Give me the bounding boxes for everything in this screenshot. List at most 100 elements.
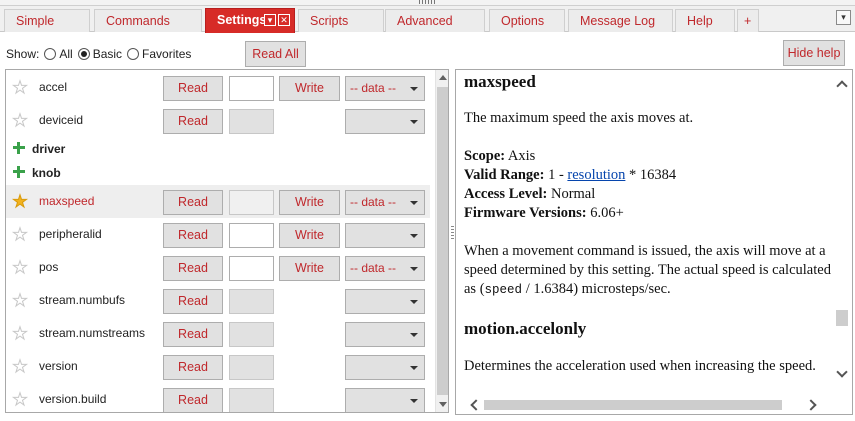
unit-select[interactable]: -- data -- <box>345 190 425 215</box>
setting-row-pos: ★ pos Read Write -- data -- <box>6 251 430 284</box>
setting-name: deviceid <box>39 113 84 127</box>
scroll-down-icon[interactable] <box>439 402 447 407</box>
resolution-link[interactable]: resolution <box>567 167 625 183</box>
scroll-right-icon[interactable] <box>805 399 817 411</box>
star-icon[interactable]: ★ <box>11 258 29 277</box>
tab-close-icon[interactable]: ✕ <box>278 14 290 26</box>
read-button[interactable]: Read <box>163 76 223 101</box>
group-knob[interactable]: knob <box>6 161 430 185</box>
tab-label: Settings <box>217 13 267 27</box>
help-vertical-scrollbar[interactable] <box>832 70 852 396</box>
star-icon[interactable]: ★ <box>11 111 29 130</box>
write-button[interactable]: Write <box>279 190 340 215</box>
grip-icon[interactable] <box>419 0 437 4</box>
value-readonly <box>229 322 274 347</box>
radio-all-label[interactable]: All <box>59 47 72 61</box>
value-input[interactable] <box>229 223 274 248</box>
star-icon[interactable]: ★ <box>11 192 29 211</box>
read-all-button[interactable]: Read All <box>245 41 306 67</box>
star-icon[interactable]: ★ <box>11 291 29 310</box>
star-icon[interactable]: ★ <box>11 324 29 343</box>
read-button[interactable]: Read <box>163 109 223 134</box>
tab-simple[interactable]: Simple <box>4 9 90 32</box>
tab-add[interactable]: + <box>737 9 759 32</box>
tab-options[interactable]: Options <box>489 9 565 32</box>
scroll-up-icon[interactable] <box>439 75 447 80</box>
expand-plus-icon[interactable] <box>12 165 26 179</box>
scroll-left-icon[interactable] <box>470 399 482 411</box>
read-button[interactable]: Read <box>163 355 223 380</box>
scrollbar-thumb[interactable] <box>836 310 848 326</box>
hide-help-button[interactable]: Hide help <box>783 40 845 66</box>
write-button[interactable]: Write <box>279 256 340 281</box>
group-name: knob <box>32 166 61 180</box>
radio-favorites[interactable] <box>127 48 140 60</box>
chevron-down-icon <box>410 366 418 370</box>
star-icon[interactable]: ★ <box>11 78 29 97</box>
help-next-title: motion.accelonly <box>464 319 587 338</box>
radio-all[interactable] <box>44 48 57 60</box>
group-driver[interactable]: driver <box>6 137 430 161</box>
expand-plus-icon[interactable] <box>12 141 26 155</box>
tab-settings[interactable]: Settings ▾ ✕ <box>205 8 295 33</box>
tab-commands[interactable]: Commands <box>94 9 202 32</box>
help-next-description: Determines the acceleration used when in… <box>464 358 816 374</box>
scroll-down-icon[interactable] <box>836 366 848 378</box>
tab-scripts[interactable]: Scripts <box>298 9 384 32</box>
radio-basic-label[interactable]: Basic <box>93 47 122 61</box>
help-horizontal-scrollbar[interactable] <box>456 396 832 414</box>
value-input[interactable] <box>229 190 274 215</box>
unit-select[interactable]: -- data -- <box>345 76 425 101</box>
firmware-label: Firmware Versions: <box>464 205 587 221</box>
star-icon[interactable]: ★ <box>11 357 29 376</box>
tab-label: Advanced <box>397 14 453 28</box>
read-button[interactable]: Read <box>163 322 223 347</box>
unit-select[interactable] <box>345 223 425 248</box>
help-range: Valid Range: 1 - resolution * 16384 <box>464 166 832 185</box>
chevron-down-icon <box>410 234 418 238</box>
scroll-up-icon[interactable] <box>836 80 848 92</box>
read-button[interactable]: Read <box>163 256 223 281</box>
setting-name: version <box>39 359 78 373</box>
write-button[interactable]: Write <box>279 223 340 248</box>
unit-select[interactable] <box>345 355 425 380</box>
value-readonly <box>229 109 274 134</box>
setting-name: pos <box>39 260 59 274</box>
unit-select[interactable] <box>345 289 425 314</box>
write-button[interactable]: Write <box>279 76 340 101</box>
tab-label: Simple <box>16 14 55 28</box>
star-icon[interactable]: ★ <box>11 390 29 409</box>
tab-advanced[interactable]: Advanced <box>385 9 485 32</box>
pane-splitter[interactable] <box>451 226 454 240</box>
read-button[interactable]: Read <box>163 190 223 215</box>
radio-favorites-label[interactable]: Favorites <box>142 47 191 61</box>
tab-help[interactable]: Help <box>675 9 735 32</box>
radio-basic[interactable] <box>77 48 90 60</box>
help-description: The maximum speed the axis moves at. <box>464 110 694 126</box>
chevron-down-icon <box>410 120 418 124</box>
tab-overflow-icon[interactable]: ▾ <box>836 10 851 25</box>
value-readonly <box>229 388 274 412</box>
value-input[interactable] <box>229 76 274 101</box>
read-button[interactable]: Read <box>163 289 223 314</box>
read-button[interactable]: Read <box>163 388 223 412</box>
value-input[interactable] <box>229 256 274 281</box>
detail-text-end: / 1.6384) microsteps/sec. <box>522 281 671 297</box>
star-icon[interactable]: ★ <box>11 225 29 244</box>
scrollbar-thumb[interactable] <box>437 87 448 395</box>
unit-select[interactable] <box>345 388 425 412</box>
settings-list-scrollbar[interactable] <box>435 70 448 412</box>
help-firmware: Firmware Versions: 6.06+ <box>464 204 832 223</box>
read-button[interactable]: Read <box>163 223 223 248</box>
unit-select[interactable] <box>345 109 425 134</box>
chevron-down-icon <box>410 399 418 403</box>
setting-row-peripheralid: ★ peripheralid Read Write <box>6 218 430 251</box>
setting-name: accel <box>39 80 68 94</box>
unit-select[interactable]: -- data -- <box>345 256 425 281</box>
tab-message-log[interactable]: Message Log <box>568 9 673 32</box>
scrollbar-thumb[interactable] <box>484 400 782 410</box>
unit-select[interactable] <box>345 322 425 347</box>
chevron-down-icon <box>410 267 418 271</box>
tab-menu-icon[interactable]: ▾ <box>264 14 276 26</box>
setting-row-stream-numstreams: ★ stream.numstreams Read <box>6 317 430 350</box>
